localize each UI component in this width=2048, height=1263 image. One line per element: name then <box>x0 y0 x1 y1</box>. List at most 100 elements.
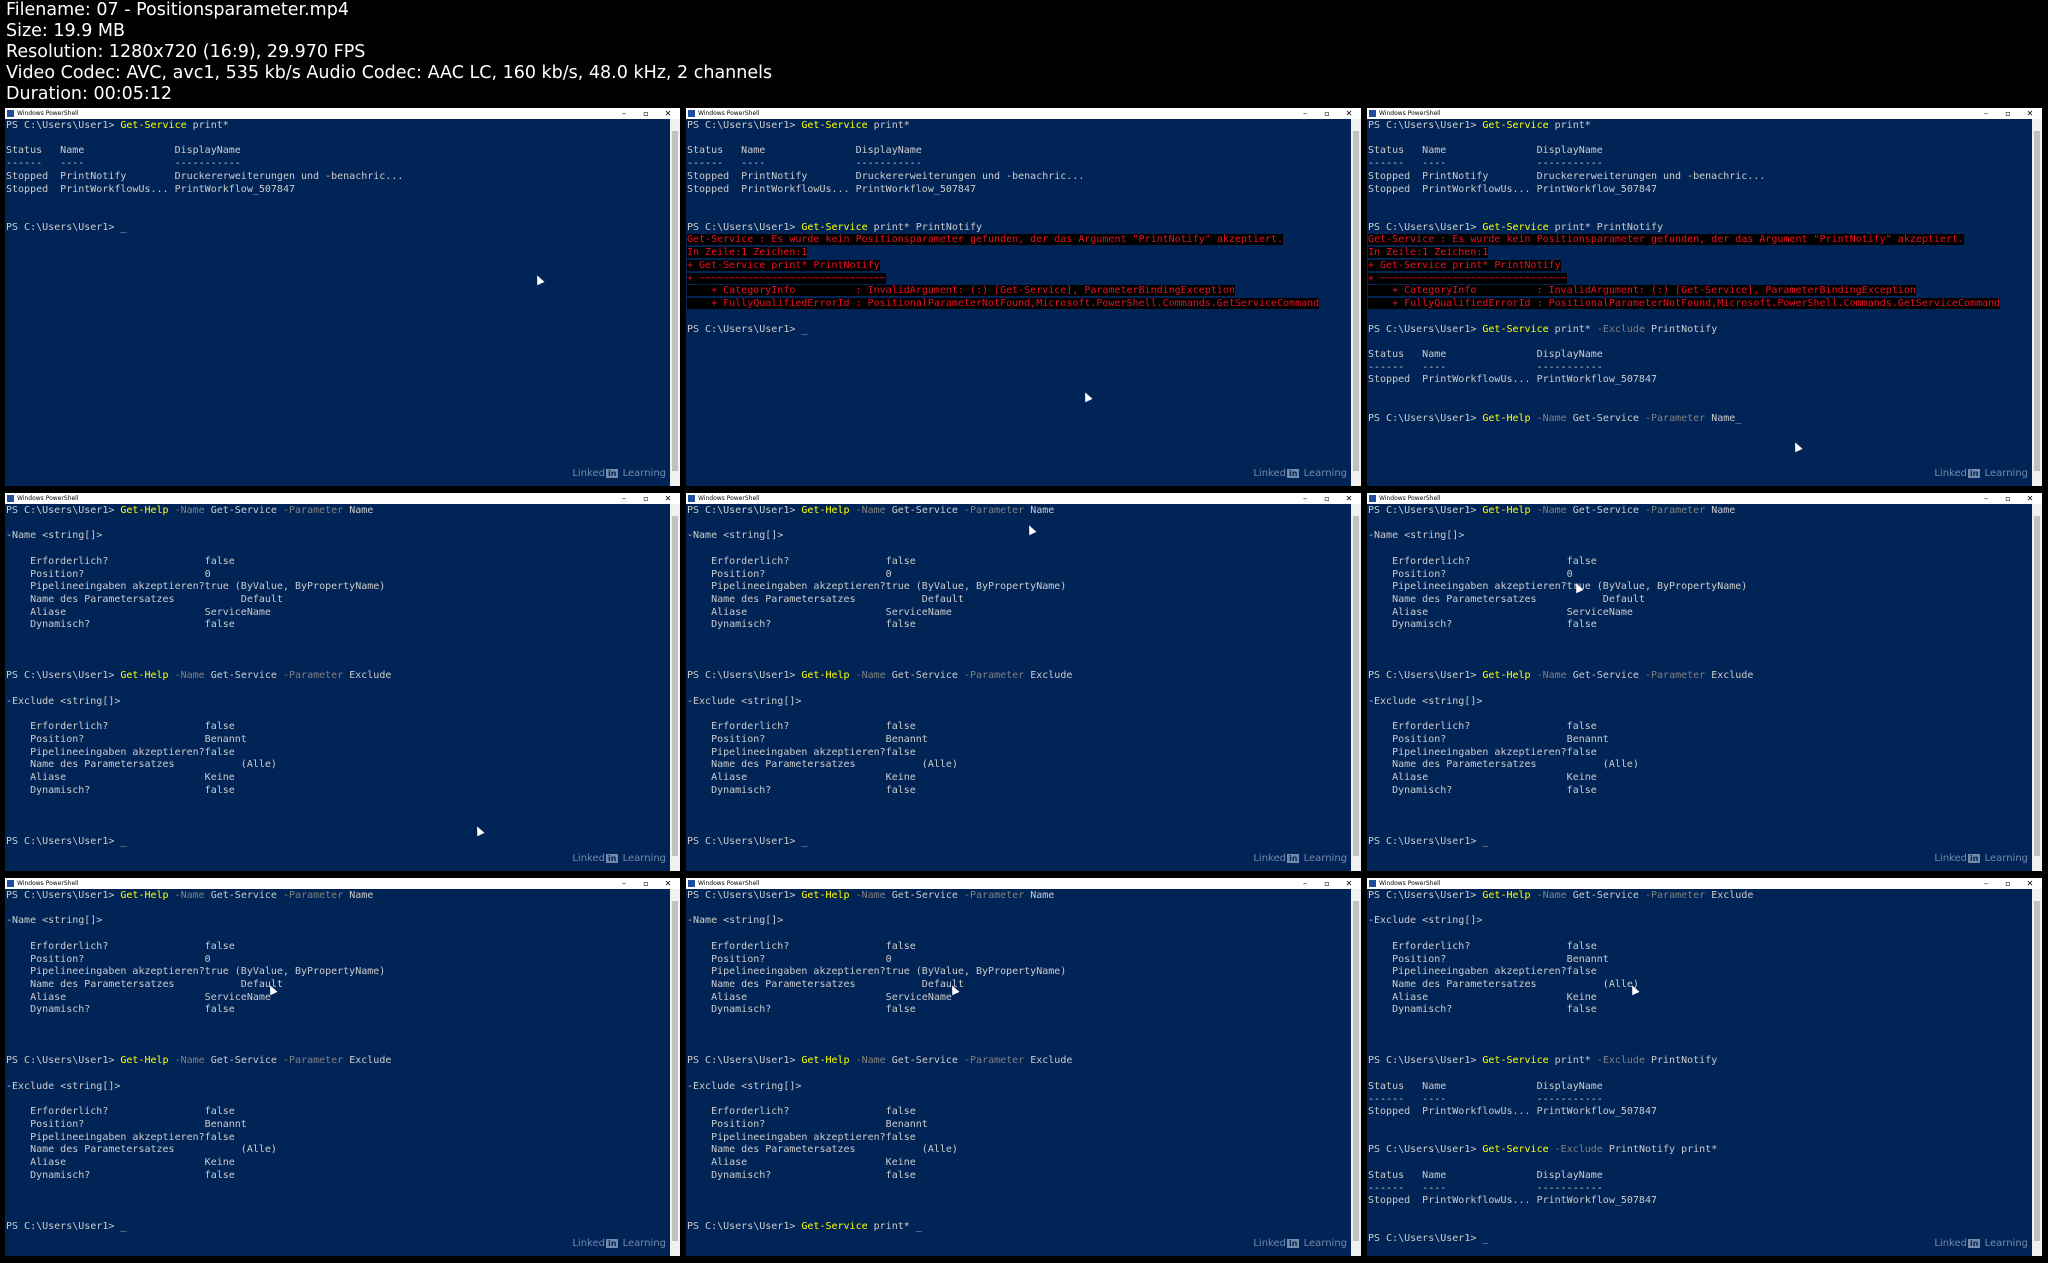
close-icon[interactable]: ✕ <box>658 108 678 119</box>
scrollbar-thumb[interactable] <box>2034 901 2040 1241</box>
minimize-icon[interactable]: – <box>1976 878 1996 889</box>
scrollbar-thumb[interactable] <box>2034 131 2040 471</box>
console-param-text: -Parameter <box>963 890 1025 901</box>
maximize-icon[interactable]: ▫ <box>636 108 656 119</box>
maximize-icon[interactable]: ▫ <box>1998 108 2018 119</box>
console-arg-text: Name <box>1024 505 1055 516</box>
console-scrollbar[interactable] <box>1351 119 1361 486</box>
console-text-text: -Exclude <string[]> <box>687 1080 802 1092</box>
console-scrollbar[interactable] <box>670 119 680 486</box>
console-text-text: Erforderlich? false <box>1368 555 1597 567</box>
watermark-learning: Learning <box>1300 853 1347 864</box>
console-text-text: Pipelineeingaben akzeptieren?false <box>6 746 235 758</box>
console-line: Aliase Keine <box>687 1157 1351 1170</box>
maximize-icon[interactable]: ▫ <box>1998 878 2018 889</box>
minimize-icon[interactable]: – <box>1295 493 1315 504</box>
close-icon[interactable]: ✕ <box>2020 493 2040 504</box>
console-output[interactable]: PS C:\Users\User1> Get-Service print* St… <box>1367 119 2032 486</box>
console-scrollbar[interactable] <box>670 504 680 871</box>
console-output[interactable]: PS C:\Users\User1> Get-Service print* St… <box>686 119 1351 486</box>
console-scrollbar[interactable] <box>2032 119 2042 486</box>
console-line: Position? 0 <box>687 954 1351 967</box>
powershell-icon <box>1369 880 1376 887</box>
powershell-icon <box>7 880 14 887</box>
close-icon[interactable]: ✕ <box>2020 108 2040 119</box>
console-text-text: Pipelineeingaben akzeptieren?false <box>1368 966 1597 978</box>
console-line: Name des Parametersatzes Default <box>1368 594 2032 607</box>
watermark-linked: Linked <box>572 1238 605 1249</box>
console-scrollbar[interactable] <box>670 889 680 1256</box>
minimize-icon[interactable]: – <box>1295 108 1315 119</box>
console-line: Pipelineeingaben akzeptieren?false <box>1368 966 2032 979</box>
console-output[interactable]: PS C:\Users\User1> Get-Help -Name Get-Se… <box>1367 504 2032 871</box>
console-line: Pipelineeingaben akzeptieren?true (ByVal… <box>6 966 670 979</box>
scrollbar-thumb[interactable] <box>672 131 678 471</box>
close-icon[interactable]: ✕ <box>658 493 678 504</box>
video-info-filename: Filename: 07 - Positionsparameter.mp4 <box>6 0 349 20</box>
maximize-icon[interactable]: ▫ <box>636 878 656 889</box>
close-icon[interactable]: ✕ <box>1339 493 1359 504</box>
console-scrollbar[interactable] <box>2032 504 2042 871</box>
console-text-text: Dynamisch? false <box>687 784 916 796</box>
console-param-text: -Name <box>855 670 886 682</box>
minimize-icon[interactable]: – <box>1295 878 1315 889</box>
scrollbar-thumb[interactable] <box>672 516 678 856</box>
close-icon[interactable]: ✕ <box>1339 108 1359 119</box>
console-line: Position? Benannt <box>1368 954 2032 967</box>
console-output[interactable]: PS C:\Users\User1> Get-Help -Name Get-Se… <box>686 504 1351 871</box>
console-arg-text: Get-Service <box>204 890 283 901</box>
console-line: PS C:\Users\User1> Get-Help -Name Get-Se… <box>1368 413 2032 426</box>
maximize-icon[interactable]: ▫ <box>1317 878 1337 889</box>
console-arg-text: Name <box>343 505 374 516</box>
console-line: Aliase ServiceName <box>1368 607 2032 620</box>
console-arg-text: PrintNotify <box>1644 1055 1718 1067</box>
console-output[interactable]: PS C:\Users\User1> Get-Help -Name Get-Se… <box>5 504 670 871</box>
console-output[interactable]: PS C:\Users\User1> Get-Help -Name Get-Se… <box>1367 889 2032 1256</box>
console-scrollbar[interactable] <box>2032 889 2042 1256</box>
console-param-text: -Parameter <box>282 1055 344 1067</box>
scrollbar-thumb[interactable] <box>1353 901 1359 1241</box>
console-output[interactable]: PS C:\Users\User1> Get-Service print* St… <box>5 119 670 486</box>
minimize-icon[interactable]: – <box>614 108 634 119</box>
watermark-learning: Learning <box>1981 468 2028 479</box>
minimize-icon[interactable]: – <box>614 493 634 504</box>
scrollbar-thumb[interactable] <box>2034 516 2040 856</box>
console-output[interactable]: PS C:\Users\User1> Get-Help -Name Get-Se… <box>5 889 670 1256</box>
console-line: PS C:\Users\User1> Get-Service print* -E… <box>1368 324 2032 337</box>
console-text-text: Erforderlich? false <box>1368 940 1597 952</box>
minimize-icon[interactable]: – <box>614 878 634 889</box>
console-text-text: Position? Benannt <box>1368 953 1609 965</box>
close-icon[interactable]: ✕ <box>658 878 678 889</box>
console-text-text: Erforderlich? false <box>6 555 235 567</box>
minimize-icon[interactable]: – <box>1976 493 1996 504</box>
minimize-icon[interactable]: – <box>1976 108 1996 119</box>
console-param-text: -Name <box>855 1055 886 1067</box>
scrollbar-thumb[interactable] <box>1353 516 1359 856</box>
close-icon[interactable]: ✕ <box>1339 878 1359 889</box>
console-line: Aliase Keine <box>1368 772 2032 785</box>
console-scrollbar[interactable] <box>1351 504 1361 871</box>
linkedin-logo-icon: in <box>1286 469 1300 478</box>
console-line: PS C:\Users\User1> Get-Help -Name Get-Se… <box>1368 505 2032 518</box>
scrollbar-thumb[interactable] <box>1353 131 1359 471</box>
scrollbar-thumb[interactable] <box>672 901 678 1241</box>
console-param-text: -Parameter <box>1644 412 1706 424</box>
console-scrollbar[interactable] <box>1351 889 1361 1256</box>
close-icon[interactable]: ✕ <box>2020 878 2040 889</box>
console-line: Aliase ServiceName <box>687 607 1351 620</box>
maximize-icon[interactable]: ▫ <box>636 493 656 504</box>
console-err-text: + CategoryInfo : InvalidArgument: (:) [G… <box>687 285 1235 297</box>
console-text-text: ------ ---- ----------- <box>1368 361 1603 373</box>
console-output[interactable]: PS C:\Users\User1> Get-Help -Name Get-Se… <box>686 889 1351 1256</box>
console-cmd-text: Get-Service <box>1482 221 1549 233</box>
maximize-icon[interactable]: ▫ <box>1317 108 1337 119</box>
maximize-icon[interactable]: ▫ <box>1998 493 2018 504</box>
maximize-icon[interactable]: ▫ <box>1317 493 1337 504</box>
